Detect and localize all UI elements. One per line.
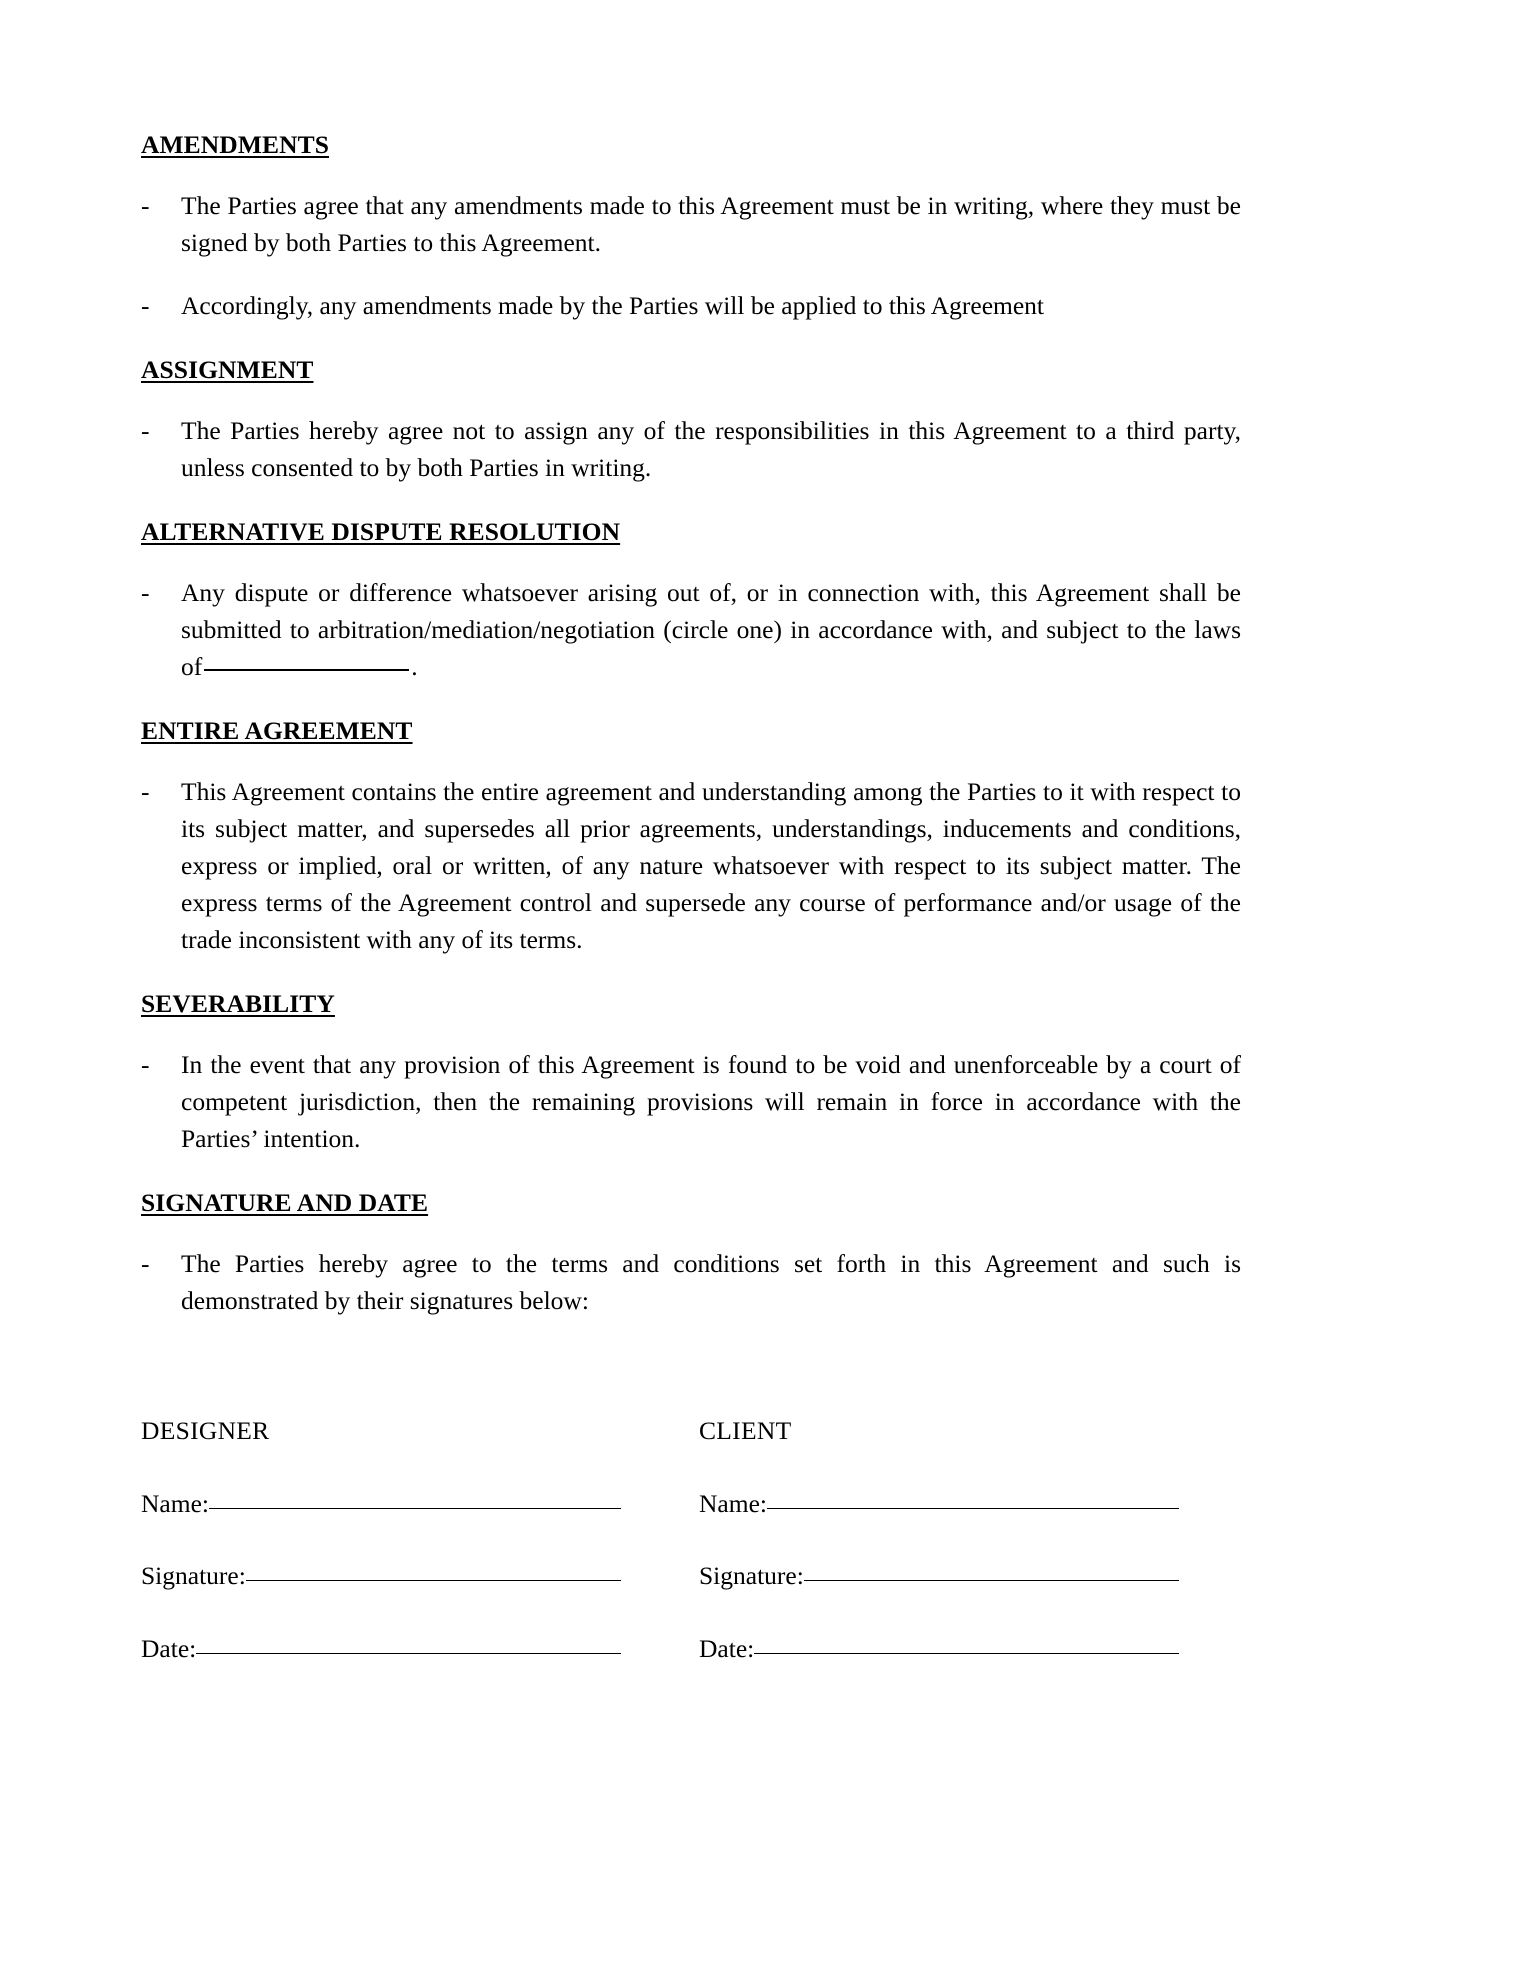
section-heading-severability: SEVERABILITY (141, 989, 1241, 1019)
designer-date-field[interactable]: Date: (141, 1634, 621, 1665)
designer-signature-input-rule[interactable] (245, 1580, 621, 1582)
section-heading-assignment-text: ASSIGNMENT (141, 354, 314, 384)
designer-name-label: Name: (141, 1488, 209, 1518)
party-label-designer: DESIGNER (141, 1415, 270, 1445)
section-heading-entire-agreement-text: ENTIRE AGREEMENT (141, 715, 413, 745)
bullet-item: - Any dispute or difference whatsoever a… (141, 575, 1241, 686)
signature-column-designer: DESIGNER Name: Signature: Date: (141, 1416, 621, 1706)
designer-date-input-rule[interactable] (196, 1652, 621, 1654)
section-heading-amendments-text: AMENDMENTS (141, 130, 330, 159)
section-heading-amendments: AMENDMENTS (141, 130, 1241, 160)
bullet-item: - In the event that any provision of thi… (141, 1047, 1241, 1158)
bullet-text: The Parties hereby agree to the terms an… (181, 1248, 1241, 1315)
client-date-input-rule[interactable] (754, 1652, 1179, 1654)
bullet-text: In the event that any provision of this … (181, 1049, 1241, 1153)
signature-columns: DESIGNER Name: Signature: Date: CLIENT N… (141, 1416, 1241, 1706)
bullet-text: This Agreement contains the entire agree… (181, 777, 1241, 954)
designer-signature-label: Signature: (141, 1561, 246, 1591)
bullet-text-body: Any dispute or difference whatsoever ari… (181, 578, 1241, 682)
bullet-marker: - (141, 1049, 150, 1079)
client-signature-field[interactable]: Signature: (699, 1561, 1179, 1592)
client-signature-label: Signature: (699, 1561, 804, 1591)
designer-name-input-rule[interactable] (208, 1507, 621, 1509)
bullet-item: - The Parties hereby agree to the terms … (141, 1246, 1241, 1320)
section-heading-signature-and-date: SIGNATURE AND DATE (141, 1188, 1241, 1218)
document-body: AMENDMENTS - The Parties agree that any … (141, 130, 1241, 1706)
section-heading-severability-text: SEVERABILITY (141, 988, 335, 1018)
bullet-text-suffix: . (411, 652, 418, 682)
bullet-marker: - (141, 416, 150, 446)
bullet-marker: - (141, 578, 150, 608)
bullet-item: - The Parties hereby agree not to assign… (141, 413, 1241, 487)
bullet-marker: - (141, 777, 150, 807)
signature-block: DESIGNER Name: Signature: Date: CLIENT N… (141, 1416, 1241, 1706)
section-heading-alternative-dispute-resolution: ALTERNATIVE DISPUTE RESOLUTION (141, 517, 1241, 547)
designer-signature-field[interactable]: Signature: (141, 1561, 621, 1592)
bullet-item: - The Parties agree that any amendments … (141, 188, 1241, 262)
governing-law-blank-field[interactable] (204, 668, 410, 672)
client-name-input-rule[interactable] (766, 1507, 1179, 1509)
section-heading-signature-and-date-text: SIGNATURE AND DATE (141, 1187, 429, 1217)
section-heading-alternative-dispute-resolution-text: ALTERNATIVE DISPUTE RESOLUTION (141, 517, 621, 546)
client-date-label: Date: (699, 1633, 755, 1663)
section-heading-entire-agreement: ENTIRE AGREEMENT (141, 716, 1241, 746)
bullet-text: The Parties hereby agree not to assign a… (181, 416, 1241, 483)
client-name-field[interactable]: Name: (699, 1489, 1179, 1520)
bullet-item: - Accordingly, any amendments made by th… (141, 288, 1241, 325)
bullet-marker: - (141, 1248, 150, 1278)
bullet-text: Any dispute or difference whatsoever ari… (181, 575, 1241, 686)
designer-date-label: Date: (141, 1633, 197, 1663)
document-page: AMENDMENTS - The Parties agree that any … (0, 0, 1530, 1980)
bullet-text: The Parties agree that any amendments ma… (181, 191, 1241, 258)
designer-name-field[interactable]: Name: (141, 1489, 621, 1520)
bullet-marker: - (141, 291, 150, 321)
bullet-item: - This Agreement contains the entire agr… (141, 774, 1241, 959)
client-name-label: Name: (699, 1488, 767, 1518)
client-date-field[interactable]: Date: (699, 1634, 1179, 1665)
client-signature-input-rule[interactable] (803, 1580, 1179, 1582)
section-heading-assignment: ASSIGNMENT (141, 355, 1241, 385)
signature-column-client: CLIENT Name: Signature: Date: (699, 1416, 1179, 1706)
party-label-client: CLIENT (699, 1415, 792, 1445)
bullet-text: Accordingly, any amendments made by the … (181, 291, 1045, 321)
bullet-marker: - (141, 191, 150, 221)
